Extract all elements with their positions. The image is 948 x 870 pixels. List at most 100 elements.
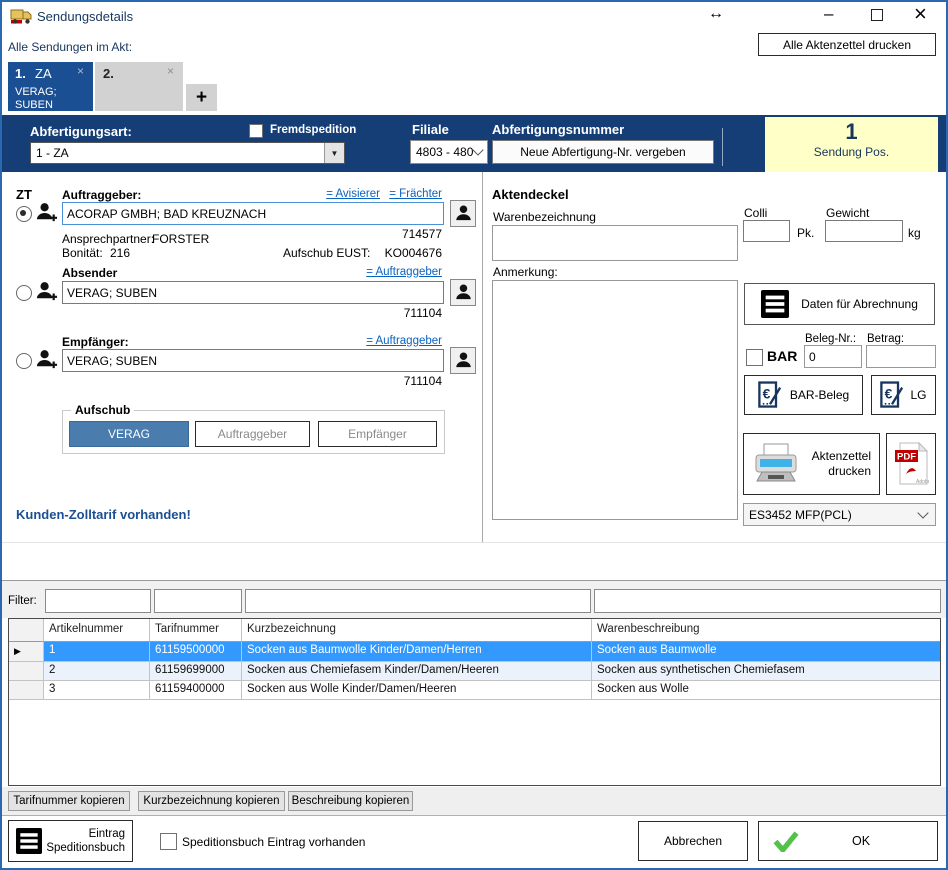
printer-select-value: ES3452 MFP(PCL) — [744, 508, 919, 522]
absender-input[interactable] — [62, 281, 444, 304]
auftraggeber-radio[interactable] — [16, 206, 32, 222]
ansprechpartner-label: Ansprechpartner: — [62, 232, 154, 246]
printer-select[interactable]: ES3452 MFP(PCL) — [743, 503, 936, 526]
auftraggeber-contact-button[interactable] — [450, 200, 476, 227]
aufschub-empfaenger-button[interactable]: Empfänger — [318, 421, 437, 447]
table-row-3[interactable]: 3 61159400000 Socken aus Wolle Kinder/Da… — [9, 681, 940, 700]
beleg-nr-input[interactable] — [804, 345, 862, 368]
tab-shipment-1[interactable]: 1. ZA × VERAG; SUBEN — [8, 62, 93, 111]
speditionsbuch-checkbox[interactable] — [160, 833, 177, 850]
aufschub-eust-value: KO004676 — [385, 246, 442, 260]
aufschub-auftraggeber-button[interactable]: Auftraggeber — [195, 421, 310, 447]
ok-button[interactable]: OK — [758, 821, 938, 861]
anmerkung-label: Anmerkung: — [493, 265, 558, 279]
euro-document-icon: € — [880, 381, 904, 409]
neue-abfertigung-nr-button[interactable]: Neue Abfertigung-Nr. vergeben — [492, 140, 714, 164]
warenbezeichnung-label: Warenbezeichnung — [493, 210, 596, 224]
abbrechen-button[interactable]: Abbrechen — [638, 821, 748, 861]
filter-input-artikelnummer[interactable] — [45, 589, 151, 613]
maximize-button[interactable] — [871, 9, 883, 21]
filter-input-kurzbezeichnung[interactable] — [245, 589, 591, 613]
link-fraechter[interactable]: = Frächter — [389, 188, 442, 200]
tab-shipment-2[interactable]: 2. × — [95, 62, 183, 111]
aufschub-verag-button[interactable]: VERAG — [69, 421, 189, 447]
daten-abrechnung-button[interactable]: Daten für Abrechnung — [744, 283, 935, 325]
col-header-warenbeschreibung[interactable]: Warenbeschreibung — [592, 619, 940, 642]
col-header-artikelnummer[interactable]: Artikelnummer — [44, 619, 150, 642]
betrag-input[interactable] — [866, 345, 936, 368]
cell-kurzbezeichnung: Socken aus Baumwolle Kinder/Damen/Herren — [242, 642, 592, 662]
horizontal-divider — [0, 542, 948, 543]
svg-text:€: € — [762, 386, 770, 402]
sendung-pos-box: 1 Sendung Pos. — [765, 117, 938, 172]
filiale-select[interactable]: 4803 - 480 — [410, 140, 488, 164]
person-add-icon[interactable] — [35, 348, 58, 377]
colli-label: Colli — [744, 206, 767, 220]
gewicht-input[interactable] — [825, 220, 903, 242]
fremdspedition-checkbox[interactable] — [249, 124, 263, 138]
close-button[interactable]: × — [914, 1, 927, 27]
aktenzettel-drucken-button[interactable]: Aktenzettel drucken — [743, 433, 880, 495]
auftraggeber-input[interactable] — [62, 202, 444, 225]
cell-tarifnummer: 61159400000 — [150, 681, 242, 700]
resize-arrow-icon[interactable]: ↔ — [708, 5, 724, 23]
person-add-icon[interactable] — [35, 280, 58, 309]
vertical-divider — [482, 172, 483, 542]
cell-kurzbezeichnung: Socken aus Wolle Kinder/Damen/Heeren — [242, 681, 592, 700]
copy-tarifnummer-button[interactable]: Tarifnummer kopieren — [8, 791, 130, 811]
link-empfaenger-auftraggeber[interactable]: = Auftraggeber — [366, 335, 442, 347]
print-all-aktenzettel-button[interactable]: Alle Aktenzettel drucken — [758, 33, 936, 56]
link-avisierer[interactable]: = Avisierer — [326, 188, 380, 200]
tab1-line1: VERAG; — [15, 86, 57, 98]
table-row-2[interactable]: 2 61159699000 Socken aus Chemiefasem Kin… — [9, 662, 940, 681]
eintrag-speditionsbuch-button[interactable]: Eintrag Speditionsbuch — [8, 820, 133, 862]
beleg-nr-label: Beleg-Nr.: — [805, 333, 856, 345]
all-shipments-label: Alle Sendungen im Akt: — [8, 40, 132, 54]
absender-label: Absender — [62, 266, 117, 280]
list-icon — [16, 828, 42, 854]
bar-beleg-button[interactable]: € BAR-Beleg — [744, 375, 863, 415]
lg-button[interactable]: € LG — [871, 375, 936, 415]
filter-input-tarifnummer[interactable] — [154, 589, 242, 613]
minimize-button[interactable]: – — [824, 4, 833, 24]
col-header-kurzbezeichnung[interactable]: Kurzbezeichnung — [242, 619, 592, 642]
truck-icon — [10, 7, 32, 25]
speditionsbuch-checkbox-label: Speditionsbuch Eintrag vorhanden — [182, 835, 365, 849]
euro-document-icon: € — [758, 381, 782, 409]
col-header-tarifnummer[interactable]: Tarifnummer — [150, 619, 242, 642]
person-icon — [455, 283, 472, 303]
warenbezeichnung-textarea[interactable] — [492, 225, 738, 261]
person-add-icon[interactable] — [35, 201, 58, 230]
table-row-1[interactable]: ▶ 1 61159500000 Socken aus Baumwolle Kin… — [9, 642, 940, 662]
add-tab-button[interactable]: + — [186, 84, 217, 111]
tab2-number: 2. — [103, 66, 114, 81]
filter-label: Filter: — [8, 595, 37, 607]
tab1-close-icon[interactable]: × — [77, 64, 84, 78]
absender-radio[interactable] — [16, 285, 32, 301]
empfaenger-radio[interactable] — [16, 353, 32, 369]
filter-input-warenbeschreibung[interactable] — [594, 589, 941, 613]
empfaenger-contact-button[interactable] — [450, 347, 476, 374]
copy-beschreibung-button[interactable]: Beschreibung kopieren — [288, 791, 413, 811]
bar-checkbox[interactable] — [746, 349, 763, 366]
list-icon — [761, 290, 789, 318]
absender-contact-button[interactable] — [450, 279, 476, 306]
empfaenger-input[interactable] — [62, 349, 444, 372]
aktendeckel-title: Aktendeckel — [492, 187, 569, 202]
anmerkung-textarea[interactable] — [492, 280, 738, 520]
empfaenger-number: 711104 — [404, 374, 442, 388]
table-corner-cell — [9, 619, 44, 642]
footer-bar: Eintrag Speditionsbuch Speditionsbuch Ei… — [0, 815, 948, 870]
empfaenger-label: Empfänger: — [62, 335, 129, 349]
dropdown-arrow-icon: ▼ — [324, 143, 344, 163]
articles-table: Artikelnummer Tarifnummer Kurzbezeichnun… — [8, 618, 941, 786]
aktenzettel-label-line2: drucken — [828, 464, 871, 478]
tab2-close-icon[interactable]: × — [167, 64, 174, 78]
abfertigungsart-select[interactable]: 1 - ZA ▼ — [30, 142, 345, 164]
link-absender-auftraggeber[interactable]: = Auftraggeber — [366, 266, 442, 278]
tab1-type: ZA — [35, 66, 52, 81]
colli-input[interactable] — [743, 220, 790, 242]
pdf-button[interactable]: PDF Adobe — [886, 433, 936, 495]
cell-warenbeschreibung: Socken aus synthetischen Chemiefasem — [592, 662, 940, 681]
copy-kurzbezeichnung-button[interactable]: Kurzbezeichnung kopieren — [138, 791, 285, 811]
